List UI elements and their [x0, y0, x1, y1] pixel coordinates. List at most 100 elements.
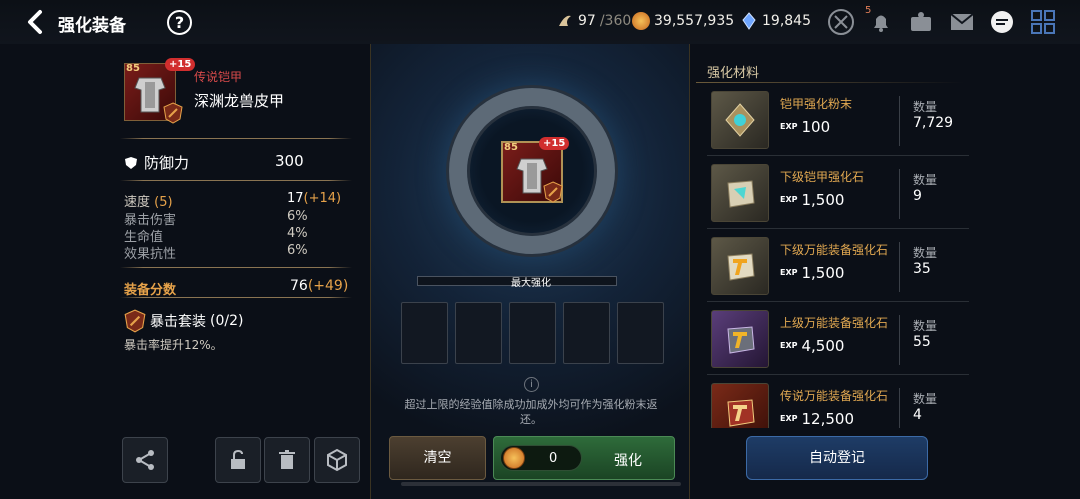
quantity-label: 数量 [913, 100, 938, 114]
item-level: 85 [126, 63, 140, 74]
material-quantity: 7,729 [913, 115, 954, 131]
universal-stone-icon [727, 253, 755, 281]
material-icon [711, 237, 769, 295]
substat-value: 17 [287, 191, 304, 206]
material-exp-value: 1,500 [801, 191, 845, 209]
item-rarity: 传说铠甲 [194, 70, 243, 84]
menu-grid-icon[interactable] [1030, 9, 1056, 35]
quantity-label: 数量 [913, 319, 938, 333]
divider [899, 96, 900, 146]
scrollbar[interactable] [401, 482, 681, 486]
stamina-icon [559, 15, 571, 26]
notification-count: 5 [865, 5, 872, 16]
quantity-label: 数量 [913, 392, 938, 406]
material-slot[interactable] [455, 302, 502, 364]
material-name: 上级万能装备强化石 [780, 316, 889, 330]
crit-set-icon [543, 181, 563, 203]
material-icon [711, 91, 769, 149]
crystal-value: 19,845 [762, 13, 811, 29]
extract-button[interactable] [314, 437, 360, 483]
exp-tag: EXP [780, 195, 798, 204]
enhance-center: 85 +15 最大强化 i 超过上限的经验值除成功加成外均可作为强化粉末返还。 … [370, 44, 690, 499]
set-description: 暴击率提升12%。 [124, 338, 223, 352]
material-item[interactable]: 上级万能装备强化石 EXP 4,500 数量 55 [707, 307, 969, 375]
enhance-label: 强化 [614, 453, 642, 469]
item-level: 85 [504, 142, 518, 153]
substat-value: 4% [287, 226, 308, 241]
friends-icon[interactable] [908, 9, 934, 35]
help-icon[interactable]: ? [167, 10, 192, 35]
gear-score-value: 76(+49) [290, 278, 348, 294]
set-name: 暴击套装 [150, 314, 206, 330]
item-name: 深渊龙兽皮甲 [194, 92, 285, 110]
material-slot[interactable] [401, 302, 448, 364]
auto-register-button[interactable]: 自动登记 [746, 436, 928, 480]
set-bonus: 暴击套装 (0/2) [124, 309, 243, 333]
material-name: 下级万能装备强化石 [780, 243, 889, 257]
share-icon [136, 450, 154, 470]
substat-gain: (+14) [303, 191, 342, 206]
stamina-cap: /360 [599, 13, 632, 29]
material-exp: EXP 1,500 [780, 191, 844, 209]
share-button[interactable] [122, 437, 168, 483]
exp-tag: EXP [780, 341, 798, 350]
material-icon [711, 383, 769, 428]
materials-list[interactable]: 铠甲强化粉末 EXP 100 数量 7,729 下级铠甲强化石 EXP 1,500 … [707, 88, 969, 428]
discard-button[interactable] [264, 437, 310, 483]
material-slot[interactable] [617, 302, 664, 364]
gold-value: 39,557,935 [654, 13, 735, 29]
substat-name: 效果抗性 [124, 247, 177, 262]
stamina-counter[interactable]: 97/360 [556, 12, 631, 30]
exp-tag: EXP [780, 414, 798, 423]
crit-set-icon [124, 309, 146, 333]
item-thumbnail[interactable]: 85 +15 [124, 58, 196, 124]
quantity-label: 数量 [913, 173, 938, 187]
chat-icon[interactable] [989, 9, 1015, 35]
material-slot[interactable] [563, 302, 610, 364]
gold-counter[interactable]: 39,557,935 [632, 12, 734, 30]
stamina-value: 97 [578, 13, 596, 29]
mail-icon[interactable] [949, 9, 975, 35]
armor-image [134, 77, 166, 113]
substat-row: 效果抗性 6% [124, 243, 308, 262]
material-exp: EXP 100 [780, 118, 830, 136]
material-slot[interactable] [509, 302, 556, 364]
substat-value: 6% [287, 209, 308, 224]
armor-stone-icon [727, 180, 755, 208]
enhance-button[interactable]: 0 强化 [493, 436, 675, 480]
gear-score-gain: (+49) [307, 278, 349, 294]
auto-battle-icon[interactable] [826, 7, 856, 37]
selected-item-slot[interactable]: 85 +15 [501, 137, 570, 203]
gold-coin-icon [632, 12, 650, 30]
divider [899, 169, 900, 219]
material-exp: EXP 1,500 [780, 264, 844, 282]
gear-score-label: 装备分数 [124, 283, 177, 298]
divider [120, 180, 352, 181]
material-item[interactable]: 下级铠甲强化石 EXP 1,500 数量 9 [707, 161, 969, 229]
bell-icon[interactable] [868, 9, 894, 35]
main-stat-value: 300 [275, 152, 304, 170]
material-quantity: 35 [913, 261, 931, 277]
crystal-counter[interactable]: 19,845 [740, 12, 811, 30]
back-arrow-icon[interactable] [22, 8, 50, 36]
gear-score-number: 76 [290, 278, 308, 294]
enhance-cost: 0 [549, 451, 558, 466]
material-item[interactable]: 传说万能装备强化石 EXP 12,500 数量 4 [707, 380, 969, 428]
cost-box: 0 [500, 445, 582, 471]
clear-button[interactable]: 清空 [389, 436, 486, 480]
lock-button[interactable] [215, 437, 261, 483]
material-quantity: 9 [913, 188, 922, 204]
material-quantity: 4 [913, 407, 922, 423]
substat-row: 速度 (5) 17(+14) [124, 191, 341, 210]
material-name: 传说万能装备强化石 [780, 389, 889, 403]
substat-value: 6% [287, 243, 308, 258]
material-item[interactable]: 铠甲强化粉末 EXP 100 数量 7,729 [707, 88, 969, 156]
universal-stone-icon [727, 326, 755, 354]
material-name: 铠甲强化粉末 [780, 97, 853, 111]
shield-icon [125, 156, 137, 169]
info-icon[interactable]: i [524, 377, 539, 392]
material-item[interactable]: 下级万能装备强化石 EXP 1,500 数量 35 [707, 234, 969, 302]
top-bar: 强化装备 ? 97/360 39,557,935 19,845 5 [0, 0, 1080, 44]
divider [899, 242, 900, 292]
material-icon [711, 164, 769, 222]
